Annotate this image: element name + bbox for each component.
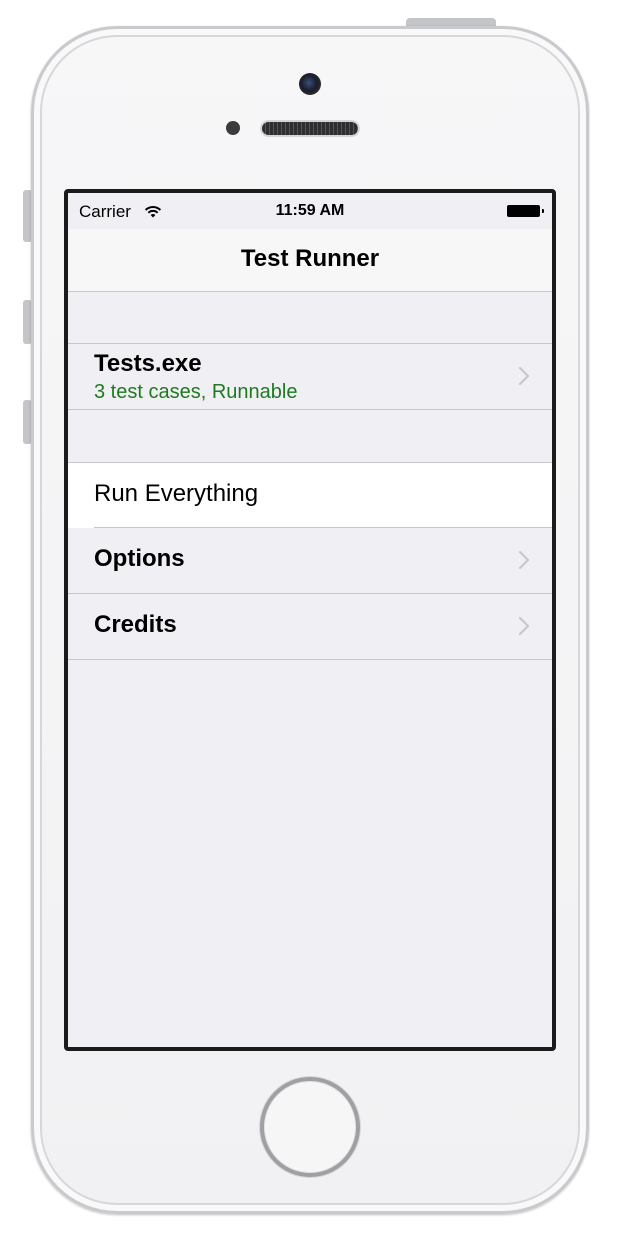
earpiece-speaker [262,122,358,135]
assembly-row[interactable]: Tests.exe 3 test cases, Runnable [68,343,552,410]
assembly-title: Tests.exe [94,350,202,377]
home-button[interactable] [260,1077,360,1177]
battery-icon [507,205,544,217]
proximity-sensor [226,121,240,135]
nav-title: Test Runner [240,245,380,272]
front-camera [299,73,321,95]
app-screen: Carrier 11:59 AM Test Runner Tests.exe 3… [64,189,556,1051]
status-bar: Carrier 11:59 AM [68,193,552,229]
assembly-detail: 3 test cases, Runnable [94,381,298,403]
run-everything-label: Run Everything [94,480,259,507]
credits-label: Credits [94,611,177,638]
credits-row[interactable]: Credits [68,594,552,660]
chevron-right-icon [518,616,530,636]
chevron-right-icon [518,366,530,386]
run-everything-row[interactable]: Run Everything [68,462,552,528]
chevron-right-icon [518,550,530,570]
status-time: 11:59 AM [275,202,345,219]
options-label: Options [94,545,185,572]
options-row[interactable]: Options [68,528,552,593]
navigation-bar: Test Runner [68,229,552,292]
